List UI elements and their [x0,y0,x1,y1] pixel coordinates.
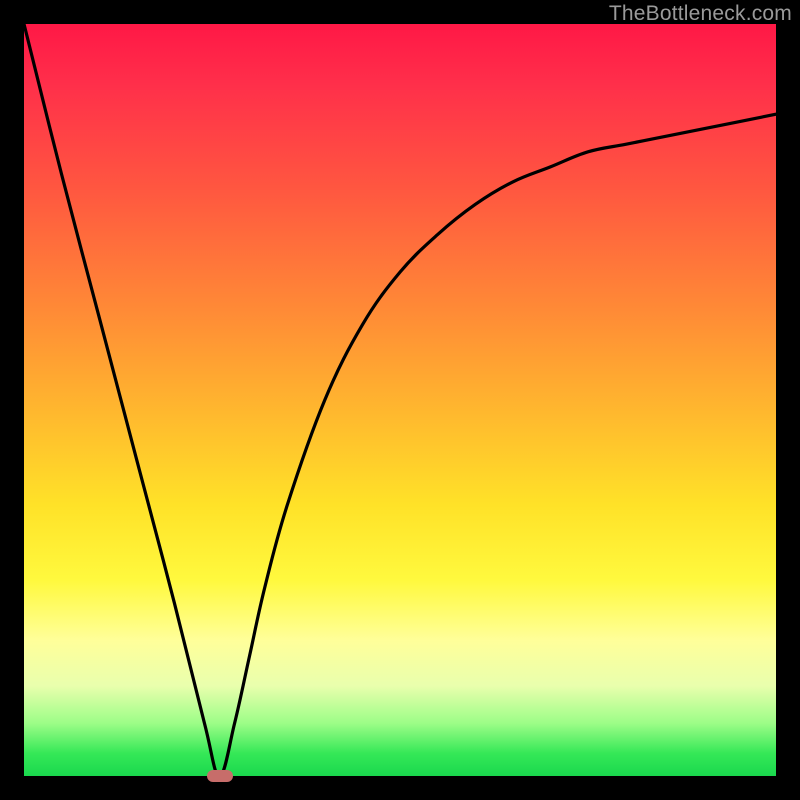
curve-path [24,24,776,776]
bottleneck-curve [24,24,776,776]
plot-area [24,24,776,776]
watermark-text: TheBottleneck.com [609,2,792,26]
minimum-marker [207,770,233,782]
chart-frame: TheBottleneck.com [0,0,800,800]
